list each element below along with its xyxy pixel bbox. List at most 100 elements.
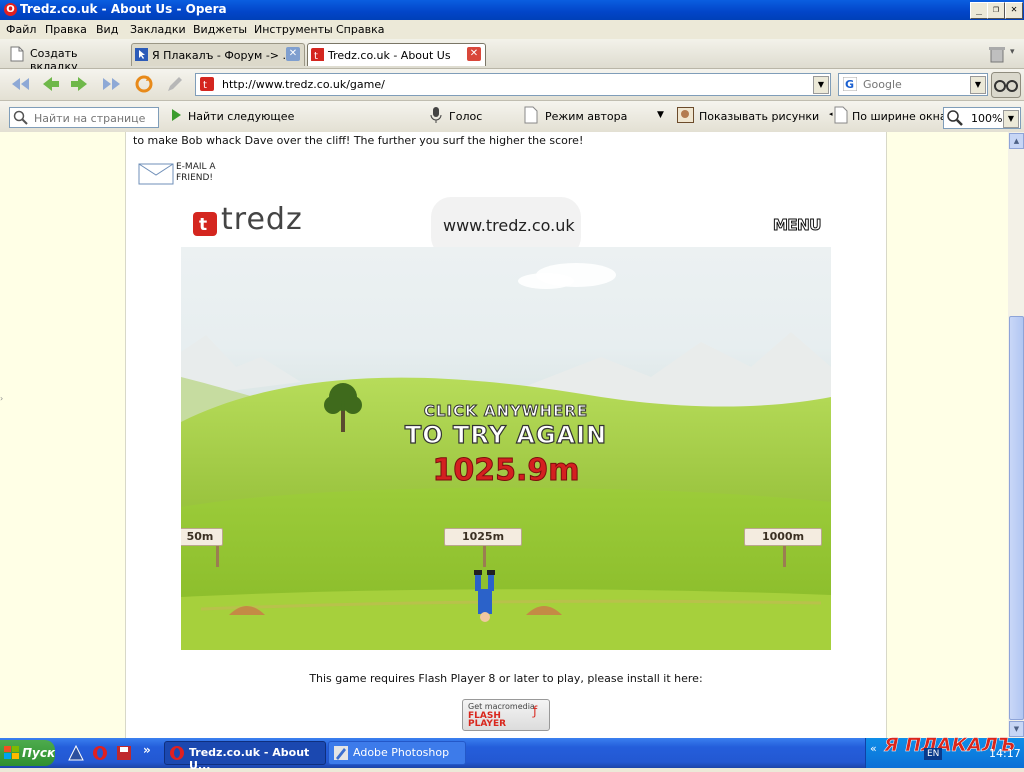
- flash-badge-line1: Get macromedia: [468, 702, 535, 711]
- address-dropdown-icon[interactable]: ▼: [813, 76, 829, 94]
- prompt-line2: TO TRY AGAIN: [404, 420, 608, 449]
- taskbar: Пуск » Tredz.co.uk - About U... Adobe Ph…: [0, 734, 1024, 772]
- start-label: Пуск: [22, 746, 56, 760]
- svg-text:t: t: [314, 51, 318, 61]
- quicklaunch-save-icon[interactable]: [116, 745, 132, 761]
- envelope-icon: [138, 163, 174, 185]
- flash-notice: This game requires Flash Player 8 or lat…: [309, 672, 703, 685]
- find-in-page-field[interactable]: [9, 107, 159, 128]
- url-input[interactable]: [220, 77, 804, 92]
- close-window-button[interactable]: ✕: [1005, 2, 1023, 19]
- vertical-scrollbar[interactable]: ▲ ▼: [1008, 132, 1024, 738]
- zoom-control[interactable]: 100% ▼: [943, 107, 1021, 129]
- minimize-button[interactable]: _: [970, 2, 988, 19]
- zoom-value: 100%: [971, 112, 1003, 125]
- menu-widgets[interactable]: Виджеты: [193, 23, 247, 36]
- reload-icon[interactable]: [132, 74, 156, 94]
- rewind-icon[interactable]: [8, 74, 32, 94]
- search-field[interactable]: G ▼: [838, 73, 988, 96]
- scroll-up-icon[interactable]: ▲: [1009, 133, 1024, 149]
- svg-text:G: G: [845, 78, 854, 91]
- author-mode-button[interactable]: Режим автора ▼: [524, 106, 669, 126]
- reading-glasses-icon[interactable]: [991, 72, 1021, 98]
- tab-yaplakal[interactable]: Я Плакалъ - Форум -> ... ✕: [131, 43, 305, 66]
- author-mode-label: Режим автора: [545, 110, 628, 123]
- score-display: 1025.9m: [432, 453, 580, 489]
- taskbar-item-label: Adobe Photoshop: [353, 746, 450, 759]
- quicklaunch-more-icon[interactable]: »: [143, 743, 151, 757]
- author-mode-dropdown-icon[interactable]: ▼: [657, 110, 664, 120]
- show-images-label: Показывать рисунки: [699, 110, 820, 123]
- find-next-label: Найти следующее: [188, 110, 295, 123]
- game-canvas[interactable]: CLICK ANYWHERE TO TRY AGAIN 1025.9m 50m …: [181, 247, 831, 650]
- email-friend-link[interactable]: E-MAIL A FRIEND!: [138, 162, 238, 186]
- tab-close-icon[interactable]: ✕: [286, 47, 300, 61]
- search-icon: [13, 110, 28, 125]
- email-friend-line1: E-MAIL A: [176, 162, 216, 172]
- tab-close-icon[interactable]: ✕: [467, 47, 481, 61]
- quicklaunch-opera-icon[interactable]: [92, 745, 108, 761]
- menu-bar: Файл Правка Вид Закладки Виджеты Инструм…: [0, 20, 1024, 39]
- game-header: t tredz www.tredz.co.uk MENU: [181, 192, 831, 247]
- language-indicator[interactable]: EN: [924, 748, 943, 760]
- side-panel-handle-icon[interactable]: ›: [0, 394, 3, 403]
- tab-menu-chevron-icon[interactable]: ▾: [1010, 47, 1015, 57]
- prompt-line1: CLICK ANYWHERE: [423, 402, 589, 421]
- zoom-magnifier-icon: [947, 110, 963, 126]
- game-site-url: www.tredz.co.uk: [443, 216, 575, 235]
- new-page-icon: [10, 46, 24, 62]
- voice-button[interactable]: Голос: [428, 106, 488, 126]
- taskbar-item-label: Tredz.co.uk - About U...: [189, 746, 310, 772]
- restore-button[interactable]: ❐: [987, 2, 1005, 19]
- search-dropdown-icon[interactable]: ▼: [970, 76, 986, 94]
- microphone-icon: [430, 107, 442, 123]
- menu-view[interactable]: Вид: [96, 23, 118, 36]
- windows-logo-icon: [4, 746, 19, 759]
- photoshop-icon: [334, 746, 348, 760]
- flash-f-icon: ƒ: [533, 704, 538, 718]
- find-next-button[interactable]: Найти следующее: [170, 106, 294, 126]
- address-toolbar: t ▼ G ▼: [0, 69, 1024, 101]
- web-page: › to make Bob whack Dave over the cliff!…: [0, 132, 1008, 738]
- fast-forward-icon[interactable]: [100, 74, 124, 94]
- tab-tredz[interactable]: t Tredz.co.uk - About Us ✕: [307, 43, 486, 66]
- menu-bookmarks[interactable]: Закладки: [130, 23, 186, 36]
- menu-file[interactable]: Файл: [6, 23, 36, 36]
- small-arrow-icon: ◂: [829, 110, 833, 118]
- start-button[interactable]: Пуск: [0, 740, 55, 766]
- menu-help[interactable]: Справка: [336, 23, 384, 36]
- address-field[interactable]: t ▼: [195, 73, 831, 96]
- tray-expand-icon[interactable]: «: [870, 742, 877, 755]
- menu-tools[interactable]: Инструменты: [254, 23, 333, 36]
- window-titlebar[interactable]: O Tredz.co.uk - About Us - Opera _ ❐ ✕: [0, 0, 1024, 20]
- menu-edit[interactable]: Правка: [45, 23, 87, 36]
- taskbar-item-photoshop[interactable]: Adobe Photoshop: [328, 741, 466, 765]
- trash-icon[interactable]: [988, 45, 1006, 63]
- clock[interactable]: 14:17: [989, 747, 1021, 760]
- opera-icon: [170, 746, 184, 760]
- quicklaunch-delta-icon[interactable]: [68, 745, 84, 761]
- zoom-dropdown-icon[interactable]: ▼: [1003, 110, 1019, 128]
- fit-width-button[interactable]: ◂ По ширине окна: [829, 106, 947, 126]
- back-icon[interactable]: [38, 74, 62, 94]
- google-icon: G: [843, 77, 857, 91]
- distance-sign: 50m: [181, 528, 223, 546]
- email-friend-line2: FRIEND!: [176, 173, 214, 183]
- search-input[interactable]: [861, 77, 965, 92]
- page-width-icon: [834, 106, 848, 124]
- find-input[interactable]: [32, 111, 156, 126]
- scroll-thumb[interactable]: [1009, 316, 1024, 720]
- svg-text:t: t: [203, 80, 207, 91]
- show-images-button[interactable]: Показывать рисунки: [677, 106, 819, 126]
- get-flash-player-button[interactable]: Get macromedia FLASH PLAYER ƒ: [462, 699, 550, 731]
- document-icon: [524, 106, 538, 124]
- svg-text:t: t: [199, 215, 207, 235]
- taskbar-item-opera[interactable]: Tredz.co.uk - About U...: [164, 741, 326, 772]
- distance-sign: 1000m: [744, 528, 822, 546]
- edit-pencil-icon[interactable]: [164, 74, 188, 94]
- cursor-icon: [135, 48, 148, 61]
- new-tab-button[interactable]: Создать вкладку: [8, 44, 126, 73]
- game-menu-button[interactable]: MENU: [773, 216, 822, 235]
- forward-icon[interactable]: [68, 74, 92, 94]
- distance-sign: 1025m: [444, 528, 522, 546]
